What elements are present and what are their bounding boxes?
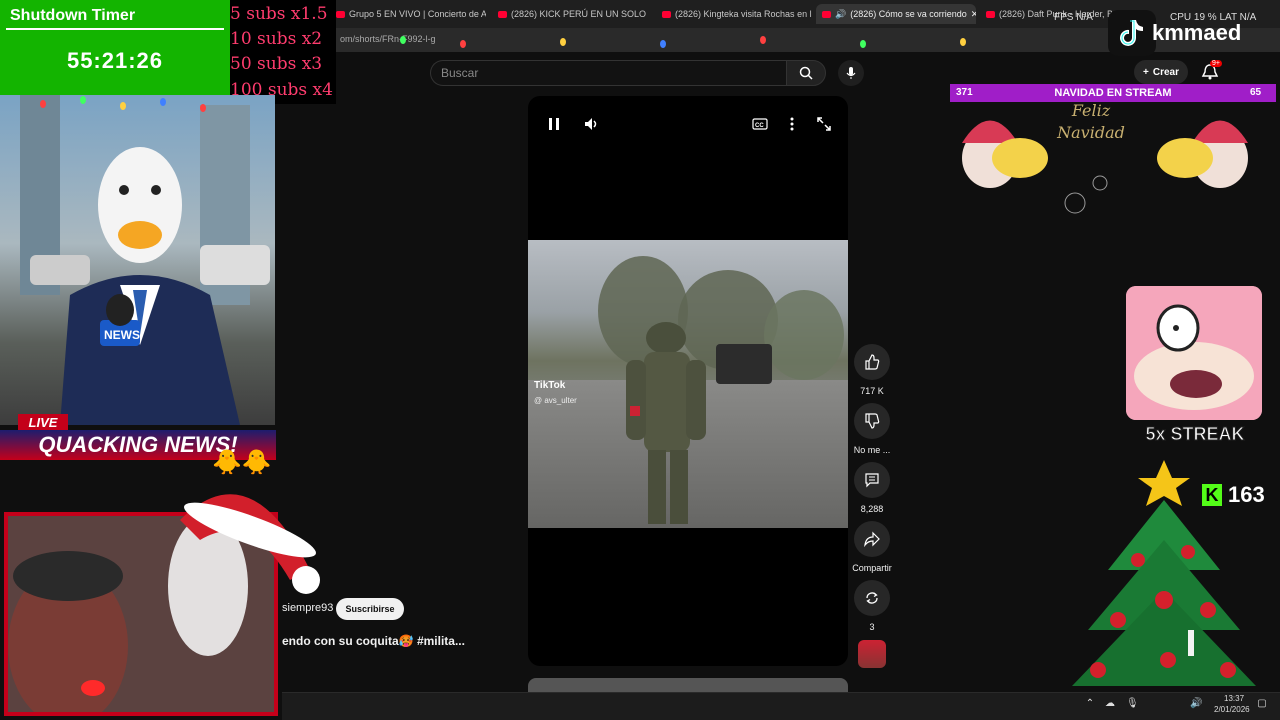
speaker-icon: 🔊 <box>835 8 847 19</box>
create-button[interactable]: + Crear <box>1134 60 1188 84</box>
fps-readout: FPS N/A <box>1054 12 1093 23</box>
browser-tab[interactable]: (2826) Daft Punk - Harder, Bett <box>986 4 1112 24</box>
video-frame: TikTok @ avs_ulter <box>528 240 848 528</box>
shorts-player[interactable]: CC TikTok @ avs_ulter <box>528 96 848 666</box>
captions-icon: CC <box>752 118 768 130</box>
feliz-navidad-text: Feliz Navidad <box>1057 101 1125 142</box>
channel-avatar[interactable] <box>858 640 886 668</box>
light-bulb <box>860 40 866 48</box>
short-title[interactable]: endo con su coquita🥵 #milita... <box>282 634 465 648</box>
more-options-button[interactable] <box>782 114 802 134</box>
dislike-label: No me ... <box>853 445 891 455</box>
youtube-icon <box>986 10 995 18</box>
live-badge: LIVE <box>18 414 68 430</box>
channel-name[interactable]: siempre93 <box>282 602 333 614</box>
share-label: Compartir <box>852 563 892 573</box>
cloud-icon[interactable]: ☁ <box>1104 698 1116 710</box>
notification-badge: 9+ <box>1210 60 1222 67</box>
timer-divider <box>6 28 224 30</box>
duck-news-scene: NEWS <box>0 95 275 425</box>
christmas-tree <box>1072 460 1256 686</box>
svg-text:CC: CC <box>755 123 764 129</box>
light-bulb <box>40 100 46 108</box>
light-bulb <box>960 38 966 46</box>
comment-icon <box>865 473 879 488</box>
youtube-icon <box>336 10 345 18</box>
timer-value: 55:21:26 <box>66 48 164 73</box>
brand-text: kmmaed <box>1152 20 1242 45</box>
share-button[interactable]: Compartir <box>852 521 892 573</box>
speaker-icon[interactable]: 🔊 <box>1190 698 1202 710</box>
clock-time[interactable]: 13:37 <box>1224 694 1244 703</box>
clock-date[interactable]: 2/01/2026 <box>1214 705 1250 714</box>
comments-button[interactable]: 8,288 <box>852 462 892 514</box>
voice-search-button[interactable] <box>838 60 864 86</box>
pause-icon <box>549 118 559 130</box>
notification-icon[interactable]: ▢ <box>1256 698 1268 710</box>
mic-icon <box>846 67 856 79</box>
tiktok-handle: @ avs_ulter <box>534 396 577 405</box>
subscribe-button[interactable]: Suscribirse <box>336 598 404 620</box>
streak-label: 5x STREAK <box>1145 424 1245 445</box>
captions-button[interactable]: CC <box>750 114 770 134</box>
duck-reporter: NEWS <box>30 147 270 425</box>
light-bulb <box>460 40 466 48</box>
like-icon <box>865 354 880 370</box>
like-count: 717 K <box>860 386 884 396</box>
volume-icon <box>585 118 597 130</box>
youtube-icon <box>822 10 831 18</box>
mic-icon[interactable]: 🎙 <box>1126 698 1139 710</box>
santa-hat <box>180 494 320 594</box>
url-text: om/shorts/FRn-F992-l-g <box>340 34 436 44</box>
light-bulb <box>200 104 206 112</box>
timer-title: Shutdown Timer <box>10 7 136 24</box>
volume-button[interactable] <box>582 114 602 134</box>
browser-tab[interactable]: (2826) Kingteka visita Rochas en l <box>662 4 812 24</box>
browser-tab[interactable]: Grupo 5 EN VIVO | Concierto de Año <box>336 4 486 24</box>
slowpoke-emote <box>1126 286 1262 420</box>
chevron-up-icon[interactable]: ⌃ <box>1084 698 1096 710</box>
youtube-icon <box>498 10 507 18</box>
plus-icon: + <box>1143 66 1149 78</box>
subs-line: 10 subs x2 <box>230 29 323 49</box>
subs-line: 5 subs x1.5 <box>230 4 328 24</box>
expand-icon <box>817 117 831 131</box>
light-bulb <box>80 96 86 104</box>
light-bulb <box>160 98 166 106</box>
more-vertical-icon <box>790 117 794 131</box>
search-input[interactable]: Buscar <box>430 60 786 86</box>
light-bulb <box>560 38 566 46</box>
mic-label: NEWS <box>104 328 140 342</box>
slowpoke-face <box>1126 286 1262 420</box>
browser-tab[interactable]: (2826) KICK PERÚ EN UN SOLO VIDE <box>498 4 648 24</box>
search-icon <box>799 66 813 80</box>
dislike-button[interactable]: No me ... <box>852 403 892 455</box>
truck <box>716 344 772 384</box>
close-icon[interactable]: ✕ <box>971 9 976 20</box>
share-icon <box>864 531 880 547</box>
browser-tab-active[interactable]: 🔊 (2826) Cómo se va corriendo ✕ <box>816 4 976 24</box>
youtube-icon <box>662 10 671 18</box>
like-button[interactable]: 717 K <box>852 344 892 396</box>
light-bulb <box>760 36 766 44</box>
comment-count: 8,288 <box>860 504 884 514</box>
search-button[interactable] <box>786 60 826 86</box>
subs-line: 50 subs x3 <box>230 54 323 74</box>
tree-shape <box>764 290 844 380</box>
tiktok-logo-icon <box>1108 10 1156 56</box>
light-bulb <box>400 36 406 44</box>
remix-icon <box>866 592 878 604</box>
tiktok-watermark: TikTok <box>534 380 566 391</box>
dislike-icon <box>865 413 880 429</box>
next-short-preview[interactable] <box>528 678 848 692</box>
remix-button[interactable]: 3 <box>852 580 892 632</box>
duck-icons: 🐥🐥 <box>212 449 272 476</box>
light-bulb <box>120 102 126 110</box>
subs-multiplier-panel: 5 subs x1.5 10 subs x2 50 subs x3 100 su… <box>230 0 336 104</box>
remix-count: 3 <box>869 622 875 632</box>
pause-button[interactable] <box>544 114 564 134</box>
soldier-figure <box>626 322 706 524</box>
light-bulb <box>660 40 666 48</box>
fullscreen-button[interactable] <box>814 114 834 134</box>
